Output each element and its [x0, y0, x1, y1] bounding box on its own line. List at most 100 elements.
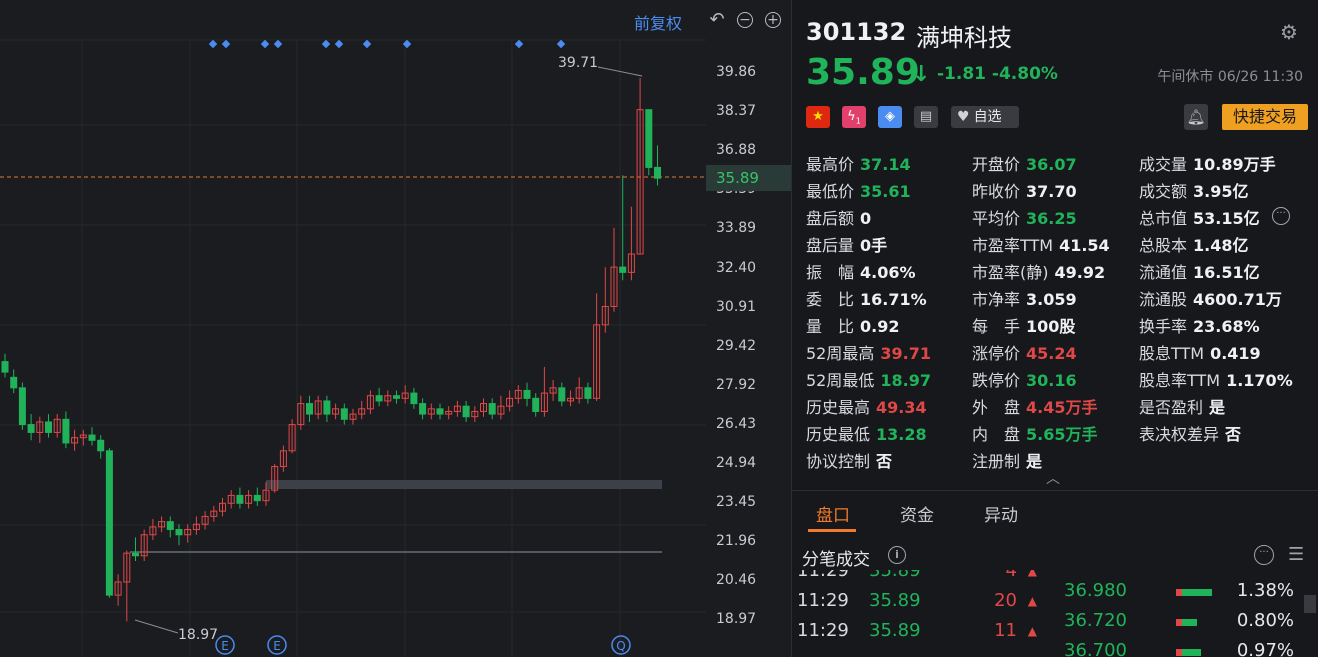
- list-icon[interactable]: ☰: [1288, 544, 1304, 565]
- info-icon[interactable]: i: [888, 546, 906, 564]
- scrollbar[interactable]: [1304, 595, 1316, 613]
- stat-value: 16.51亿: [1193, 263, 1260, 282]
- undo-icon[interactable]: ↶: [709, 11, 725, 29]
- zoom-in-icon[interactable]: +: [765, 12, 781, 28]
- candle-body: [1, 361, 9, 373]
- stat-label: 历史最高: [806, 398, 871, 417]
- candle-body: [645, 109, 653, 168]
- candle-body: [462, 405, 470, 418]
- order-book: 36.980 1.38% 36.720 0.80% 36.700 0.97%: [1054, 578, 1304, 657]
- add-watchlist-button[interactable]: ♥ 自选: [951, 106, 1019, 128]
- stat-value: 37.14: [860, 155, 911, 174]
- stat-item: 委 比 16.71%: [806, 286, 927, 310]
- kline-canvas[interactable]: 39.7118.97E E Q: [0, 0, 791, 657]
- tab-anomaly[interactable]: 异动: [984, 501, 1018, 526]
- event-marker-icon: [273, 39, 283, 49]
- price-axis-tick: 36.88: [716, 142, 757, 159]
- stat-item: 流通股 4600.71万: [1139, 286, 1282, 310]
- stat-label: 流通股: [1139, 290, 1188, 309]
- stat-value: 36.25: [1026, 209, 1077, 228]
- stat-label: 昨收价: [972, 182, 1021, 201]
- book-row: 36.980 1.38%: [1054, 580, 1304, 610]
- more-options-icon[interactable]: ···: [1254, 545, 1274, 565]
- candle-body: [654, 166, 661, 179]
- stat-item: 市盈率(静) 49.92: [972, 259, 1105, 283]
- event-marker-icon: [362, 39, 372, 49]
- up-triangle-icon: ▲: [1027, 594, 1037, 608]
- tick-row: 11:29 35.89 20 ▲: [797, 590, 1037, 620]
- price-change: -1.81 -4.80%: [937, 64, 1058, 84]
- tick-price: 35.89: [869, 590, 921, 611]
- more-icon[interactable]: ···: [1272, 207, 1290, 225]
- stat-value: 0.419: [1210, 344, 1261, 363]
- tab-pankou[interactable]: 盘口: [816, 501, 850, 526]
- stat-item: 开盘价 36.07: [972, 151, 1077, 175]
- stock-code: 301132: [806, 18, 907, 46]
- note-icon[interactable]: ▤: [914, 106, 938, 128]
- lightning-badge-icon[interactable]: ϟ1: [842, 106, 866, 128]
- stat-value: 否: [876, 452, 893, 471]
- ticks-list: 11:29 35.89 4 ▲ 11:29 35.89 20 ▲ 11:29 35.89 11 ▲: [792, 570, 1052, 657]
- book-price: 36.720: [1064, 610, 1127, 631]
- panel-tabs: 盘口 资金 异动: [792, 490, 1318, 533]
- stat-value: 49.34: [876, 398, 927, 417]
- stat-label: 换手率: [1139, 317, 1188, 336]
- price-axis-tick: 20.46: [716, 572, 757, 589]
- stat-label: 市盈率(静): [972, 263, 1049, 282]
- candle-body: [88, 434, 96, 441]
- tick-time: 11:29: [797, 620, 849, 641]
- stat-label: 流通值: [1139, 263, 1188, 282]
- stat-label: 每 手: [972, 317, 1021, 336]
- candle-body: [27, 424, 35, 433]
- candle-body: [323, 400, 331, 415]
- stat-label: 委 比: [806, 290, 855, 309]
- stat-item: 总市值 53.15亿: [1139, 205, 1260, 229]
- gear-icon[interactable]: ⚙: [1280, 20, 1298, 44]
- low-label: 18.97: [178, 627, 218, 643]
- stat-item: 内 盘 5.65万手: [972, 421, 1098, 445]
- event-marker-icon: [402, 39, 412, 49]
- tick-price: 35.89: [869, 620, 921, 641]
- candle-body: [175, 529, 183, 536]
- current-price-tag: 35.89: [706, 165, 791, 191]
- collapse-icon[interactable]: ︿: [1046, 468, 1060, 488]
- stat-item: 流通值 16.51亿: [1139, 259, 1260, 283]
- kline-chart[interactable]: 39.71 18.97 E E Q 前复权 ↶ − + 39.86 38.37 36.88 3…: [0, 0, 791, 657]
- stat-label: 开盘价: [972, 155, 1021, 174]
- bell-icon[interactable]: 🔔︎: [1184, 104, 1208, 130]
- candle-body: [488, 403, 496, 415]
- stat-value: 1.170%: [1226, 371, 1293, 390]
- stat-value: 3.059: [1026, 290, 1077, 309]
- stat-item: 每 手 100股: [972, 313, 1075, 337]
- stat-label: 股息TTM: [1139, 344, 1205, 363]
- quick-trade-button[interactable]: 快捷交易: [1222, 104, 1308, 130]
- stat-item: 是否盈利是: [1139, 394, 1225, 418]
- up-triangle-icon: ▲: [1027, 624, 1037, 638]
- adjustment-toggle[interactable]: 前复权: [634, 10, 682, 34]
- stat-item: 协议控制否: [806, 448, 892, 472]
- stat-label: 总市值: [1139, 209, 1188, 228]
- stat-value: 0手: [860, 236, 888, 255]
- stat-value: 10.89万手: [1193, 155, 1276, 174]
- stat-label: 成交额: [1139, 182, 1188, 201]
- candle-body: [393, 395, 400, 399]
- event-marker-icon: [514, 39, 524, 49]
- quote-panel: 301132 满坤科技 ⚙ 35.89 ↓ -1.81 -4.80% 午间休市 …: [791, 0, 1318, 657]
- stat-item: 振 幅 4.06%: [806, 259, 916, 283]
- stat-item: 表决权差异否: [1139, 421, 1241, 445]
- event-badge-label: Q: [616, 639, 625, 653]
- candle-body: [132, 552, 139, 557]
- tag-icon[interactable]: ◈: [878, 106, 902, 128]
- stat-label: 市盈率TTM: [972, 236, 1054, 255]
- stat-item: 量 比 0.92: [806, 313, 900, 337]
- heart-icon: ♥: [957, 109, 970, 125]
- stat-value: 1.48亿: [1193, 236, 1249, 255]
- candle-body: [410, 392, 418, 405]
- stat-item: 股息TTM 0.419: [1139, 340, 1261, 364]
- stat-value: 0: [860, 209, 872, 228]
- tab-funds[interactable]: 资金: [900, 501, 934, 526]
- tick-row: 11:29 35.89 11 ▲: [797, 620, 1037, 650]
- zoom-out-icon[interactable]: −: [737, 12, 753, 28]
- tick-qty: 4: [1005, 570, 1017, 581]
- tick-time: 11:29: [797, 590, 849, 611]
